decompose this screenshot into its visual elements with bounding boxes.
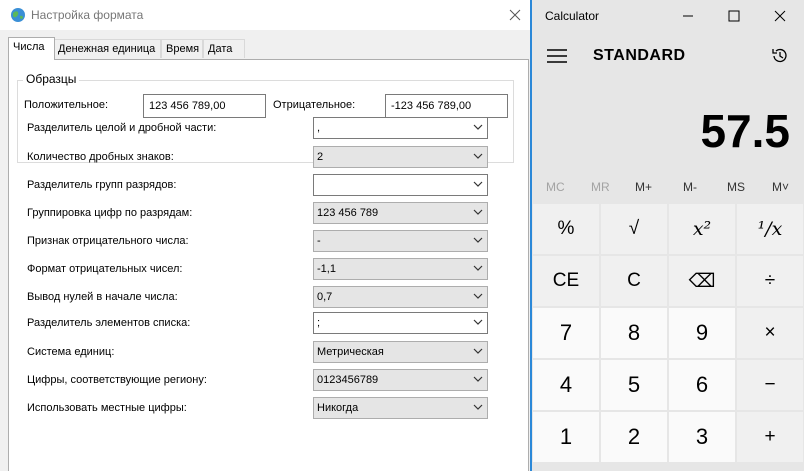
negative-sample: -123 456 789,00 bbox=[385, 94, 508, 118]
setting-label: Использовать местные цифры: bbox=[27, 402, 187, 414]
digit-2-button[interactable]: 2 bbox=[601, 412, 667, 462]
setting-combobox[interactable]: 0,7 bbox=[313, 286, 488, 308]
tab-date[interactable]: Дата bbox=[203, 39, 245, 58]
setting-value: - bbox=[317, 235, 321, 247]
square-root-button[interactable]: √ bbox=[601, 204, 667, 254]
clear-button[interactable]: C bbox=[601, 256, 667, 306]
chevron-down-icon bbox=[473, 265, 483, 271]
memory-store-button[interactable]: MS bbox=[727, 180, 745, 194]
setting-value: 0,7 bbox=[317, 291, 333, 303]
setting-value: 0123456789 bbox=[317, 374, 379, 386]
setting-label: Разделитель целой и дробной части: bbox=[27, 122, 217, 134]
chevron-down-icon bbox=[473, 319, 483, 325]
chevron-down-icon bbox=[473, 293, 483, 299]
memory-add-button[interactable]: M+ bbox=[635, 180, 652, 194]
setting-value: 2 bbox=[317, 151, 324, 163]
setting-label: Разделитель групп разрядов: bbox=[27, 179, 177, 191]
reciprocal-button[interactable]: ¹/x bbox=[737, 204, 803, 254]
setting-combobox[interactable]: Никогда bbox=[313, 397, 488, 419]
maximize-icon[interactable] bbox=[724, 6, 744, 26]
setting-label: Разделитель элементов списка: bbox=[27, 317, 191, 329]
digit-3-button[interactable]: 3 bbox=[669, 412, 735, 462]
memory-subtract-button[interactable]: M- bbox=[683, 180, 697, 194]
setting-value: Метрическая bbox=[317, 346, 384, 358]
setting-label: Система единиц: bbox=[27, 346, 115, 358]
chevron-down-icon bbox=[473, 124, 483, 130]
window-title: Настройка формата bbox=[31, 8, 144, 22]
setting-label: Цифры, соответствующие региону: bbox=[27, 374, 207, 386]
memory-list-button[interactable]: M˅ bbox=[772, 180, 789, 194]
setting-combobox[interactable]: 2 bbox=[313, 146, 488, 168]
digit-6-button[interactable]: 6 bbox=[669, 360, 735, 410]
tab-currency[interactable]: Денежная единица bbox=[53, 39, 161, 58]
chevron-down-icon bbox=[473, 237, 483, 243]
setting-label: Группировка цифр по разрядам: bbox=[27, 207, 193, 219]
clear-entry-button[interactable]: CE bbox=[533, 256, 599, 306]
tab-time[interactable]: Время bbox=[161, 39, 203, 58]
memory-recall-button[interactable]: MR bbox=[591, 180, 610, 194]
subtract-button[interactable]: − bbox=[737, 360, 803, 410]
negative-label: Отрицательное: bbox=[273, 99, 356, 111]
chevron-down-icon bbox=[473, 181, 483, 187]
setting-value: 123 456 789 bbox=[317, 207, 379, 219]
chevron-down-icon bbox=[473, 209, 483, 215]
setting-label: Признак отрицательного числа: bbox=[27, 235, 189, 247]
hamburger-menu-icon[interactable] bbox=[546, 48, 568, 64]
digit-5-button[interactable]: 5 bbox=[601, 360, 667, 410]
close-icon[interactable] bbox=[505, 5, 525, 25]
setting-value: ; bbox=[317, 317, 321, 329]
history-icon[interactable] bbox=[770, 46, 790, 66]
chevron-down-icon bbox=[473, 153, 483, 159]
setting-value: -1,1 bbox=[317, 263, 336, 275]
setting-combobox[interactable]: 0123456789 bbox=[313, 369, 488, 391]
setting-value: Никогда bbox=[317, 402, 359, 414]
title-bar: Настройка формата bbox=[0, 0, 532, 30]
digit-4-button[interactable]: 4 bbox=[533, 360, 599, 410]
percent-button[interactable]: % bbox=[533, 204, 599, 254]
setting-value: , bbox=[317, 122, 321, 134]
setting-combobox[interactable]: - bbox=[313, 230, 488, 252]
numbers-panel: Образцы Положительное: 123 456 789,00 От… bbox=[8, 59, 529, 471]
minimize-icon[interactable] bbox=[678, 6, 698, 26]
globe-icon bbox=[11, 8, 25, 22]
positive-label: Положительное: bbox=[24, 99, 109, 111]
tab-numbers[interactable]: Числа bbox=[8, 37, 55, 60]
digit-7-button[interactable]: 7 bbox=[533, 308, 599, 358]
calculator-window: Calculator STANDARD 57.5 MC MR M+ M- MS … bbox=[532, 0, 804, 471]
setting-label: Формат отрицательных чисел: bbox=[27, 263, 183, 275]
digit-9-button[interactable]: 9 bbox=[669, 308, 735, 358]
setting-combobox[interactable]: ; bbox=[313, 312, 488, 334]
setting-combobox[interactable]: -1,1 bbox=[313, 258, 488, 280]
multiply-button[interactable]: × bbox=[737, 308, 803, 358]
setting-combobox[interactable]: 123 456 789 bbox=[313, 202, 488, 224]
format-settings-window: Настройка формата Числа Денежная единица… bbox=[0, 0, 532, 471]
chevron-down-icon bbox=[473, 404, 483, 410]
divide-button[interactable]: ÷ bbox=[737, 256, 803, 306]
positive-sample: 123 456 789,00 bbox=[143, 94, 266, 118]
memory-clear-button[interactable]: MC bbox=[546, 180, 565, 194]
setting-combobox[interactable] bbox=[313, 174, 488, 196]
setting-label: Количество дробных знаков: bbox=[27, 151, 174, 163]
digit-1-button[interactable]: 1 bbox=[533, 412, 599, 462]
result-display: 57.5 bbox=[700, 105, 790, 157]
backspace-button[interactable]: ⌫ bbox=[669, 256, 735, 306]
add-button[interactable]: + bbox=[737, 412, 803, 462]
samples-group-label: Образцы bbox=[23, 72, 80, 86]
setting-combobox[interactable]: , bbox=[313, 117, 488, 139]
close-icon[interactable] bbox=[770, 6, 790, 26]
setting-combobox[interactable]: Метрическая bbox=[313, 341, 488, 363]
chevron-down-icon bbox=[473, 376, 483, 382]
mode-title: STANDARD bbox=[593, 47, 686, 64]
chevron-down-icon bbox=[473, 348, 483, 354]
square-button[interactable]: x² bbox=[669, 204, 735, 254]
setting-label: Вывод нулей в начале числа: bbox=[27, 291, 178, 303]
calculator-title: Calculator bbox=[545, 9, 600, 23]
digit-8-button[interactable]: 8 bbox=[601, 308, 667, 358]
